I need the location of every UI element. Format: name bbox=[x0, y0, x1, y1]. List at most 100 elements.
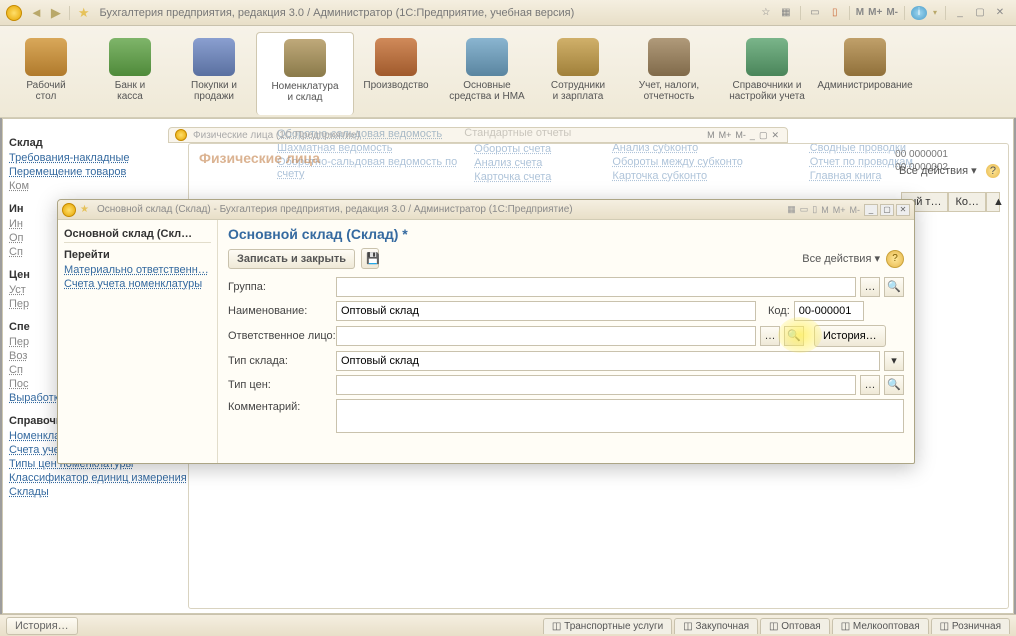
formwin-mminus[interactable]: M- bbox=[848, 205, 863, 215]
fav-add-icon[interactable]: ☆ bbox=[758, 6, 774, 20]
all-actions-button[interactable]: Все действия ▾ bbox=[802, 252, 880, 265]
label-resp: Ответственное лицо: bbox=[228, 330, 336, 342]
input-code[interactable] bbox=[794, 301, 864, 321]
inventory-icon bbox=[284, 39, 326, 77]
nav-fwd-icon[interactable]: ▶ bbox=[47, 5, 65, 21]
lnk-kom[interactable]: Ком bbox=[9, 179, 195, 193]
tab-purchase[interactable]: ◫ Закупочная bbox=[674, 618, 758, 634]
tab-wholesale[interactable]: ◫ Оптовая bbox=[760, 618, 830, 634]
ghost-m[interactable]: M bbox=[705, 130, 717, 140]
lnk-perem[interactable]: Перемещение товаров bbox=[9, 165, 195, 179]
formwin-mplus[interactable]: M+ bbox=[831, 205, 848, 215]
save-close-button[interactable]: Записать и закрыть bbox=[228, 249, 355, 269]
m-button[interactable]: M bbox=[854, 7, 866, 18]
price-search-icon[interactable]: 🔍 bbox=[884, 375, 904, 395]
formwin-close-icon[interactable]: ✕ bbox=[896, 204, 910, 216]
window-min-icon[interactable]: _ bbox=[952, 6, 968, 20]
ghost-max-icon[interactable]: ▢ bbox=[757, 130, 770, 141]
listwin-allactions[interactable]: Все действия ▾ ? bbox=[899, 164, 1000, 177]
section-hr[interactable]: Сотрудники и зарплата bbox=[536, 32, 620, 115]
info-icon[interactable]: i bbox=[911, 6, 927, 20]
refs-icon bbox=[746, 38, 788, 76]
input-comment[interactable] bbox=[336, 399, 904, 433]
formwin-star-icon[interactable]: ★ bbox=[76, 204, 93, 215]
input-type[interactable] bbox=[336, 351, 880, 371]
formwin-nav-resp[interactable]: Материально ответственн… bbox=[64, 263, 211, 277]
lnk-treb[interactable]: Требования-накладные bbox=[9, 151, 195, 165]
row-group: Группа: … 🔍 bbox=[228, 277, 904, 297]
calendar-icon[interactable]: ▯ bbox=[827, 6, 843, 20]
status-tabs: ◫ Транспортные услуги ◫ Закупочная ◫ Опт… bbox=[543, 618, 1010, 634]
label-price: Тип цен: bbox=[228, 379, 336, 391]
info-dropdown-icon[interactable]: ▾ bbox=[929, 8, 941, 17]
nav-back-icon[interactable]: ◄ bbox=[26, 5, 47, 20]
formwin-min-icon[interactable]: _ bbox=[864, 204, 878, 216]
section-bank[interactable]: Банк и касса bbox=[88, 32, 172, 115]
window-max-icon[interactable]: ▢ bbox=[972, 6, 988, 20]
history-button[interactable]: История… bbox=[814, 325, 886, 347]
group-search-icon[interactable]: 🔍 bbox=[884, 277, 904, 297]
type-dropdown-icon[interactable]: ▾ bbox=[884, 351, 904, 371]
mplus-button[interactable]: M+ bbox=[866, 7, 884, 18]
listwin-col3[interactable]: ▲ bbox=[986, 192, 1000, 212]
grid-icon[interactable]: ▦ bbox=[778, 6, 794, 20]
tax-icon bbox=[648, 38, 690, 76]
price-select-icon[interactable]: … bbox=[860, 375, 880, 395]
production-icon bbox=[375, 38, 417, 76]
favorite-star-icon[interactable]: ★ bbox=[74, 5, 94, 21]
tab-retail[interactable]: ◫ Розничная bbox=[931, 618, 1010, 634]
section-sales[interactable]: Покупки и продажи bbox=[172, 32, 256, 115]
tab-transport[interactable]: ◫ Транспортные услуги bbox=[543, 618, 672, 634]
tab-smallwh[interactable]: ◫ Мелкооптовая bbox=[832, 618, 929, 634]
separator bbox=[69, 6, 70, 20]
resp-search-icon[interactable]: 🔍 bbox=[784, 326, 804, 346]
calc-icon[interactable]: ▭ bbox=[807, 6, 823, 20]
row-type: Тип склада: ▾ bbox=[228, 351, 904, 371]
formwin-max-icon[interactable]: ▢ bbox=[880, 204, 894, 216]
label-group: Группа: bbox=[228, 281, 336, 293]
row-price: Тип цен: … 🔍 bbox=[228, 375, 904, 395]
section-tax[interactable]: Учет, налоги, отчетность bbox=[620, 32, 718, 115]
formwin-nav-title: Основной склад (Скл… bbox=[64, 226, 211, 243]
formwin-titlebar: ★ Основной склад (Склад) - Бухгалтерия п… bbox=[58, 200, 914, 220]
separator bbox=[849, 6, 850, 20]
bank-icon bbox=[109, 38, 151, 76]
formwin-form: Основной склад (Склад) * Записать и закр… bbox=[218, 220, 914, 463]
formwin-m[interactable]: M bbox=[819, 205, 831, 215]
input-name[interactable] bbox=[336, 301, 756, 321]
group-select-icon[interactable]: … bbox=[860, 277, 880, 297]
section-refs[interactable]: Справочники и настройки учета bbox=[718, 32, 816, 115]
section-admin[interactable]: Администрирование bbox=[816, 32, 914, 115]
ghost-mminus[interactable]: M- bbox=[733, 130, 748, 140]
separator bbox=[904, 6, 905, 20]
history-bottom-button[interactable]: История… bbox=[6, 617, 78, 635]
formwin-body: Основной склад (Скл… Перейти Материально… bbox=[58, 220, 914, 463]
resp-select-icon[interactable]: … bbox=[760, 326, 780, 346]
lnk-warehouses[interactable]: Склады bbox=[9, 485, 195, 499]
lnk-units[interactable]: Классификатор единиц измерения bbox=[9, 471, 195, 485]
listwin-col2[interactable]: Ко… bbox=[948, 192, 986, 212]
ghost-close-icon[interactable]: ✕ bbox=[769, 130, 781, 141]
ghost-logo-icon bbox=[175, 129, 187, 141]
input-resp[interactable] bbox=[336, 326, 756, 346]
row-name: Наименование: Код: bbox=[228, 301, 904, 321]
help-icon[interactable]: ? bbox=[886, 250, 904, 268]
section-inventory[interactable]: Номенклатура и склад bbox=[256, 32, 354, 115]
section-production[interactable]: Производство bbox=[354, 32, 438, 115]
section-assets[interactable]: Основные средства и НМА bbox=[438, 32, 536, 115]
formwin-nav-accts[interactable]: Счета учета номенклатуры bbox=[64, 277, 211, 291]
formwin-tool2-icon[interactable]: ▭ bbox=[798, 204, 811, 215]
input-price[interactable] bbox=[336, 375, 856, 395]
input-group[interactable] bbox=[336, 277, 856, 297]
mminus-button[interactable]: M- bbox=[884, 7, 900, 18]
formwin-tool1-icon[interactable]: ▦ bbox=[785, 204, 798, 215]
window-close-icon[interactable]: ✕ bbox=[992, 6, 1008, 20]
save-button[interactable]: 💾 bbox=[361, 248, 379, 269]
formwin-tool3-icon[interactable]: ▯ bbox=[810, 204, 819, 215]
section-desktop[interactable]: Рабочий стол bbox=[4, 32, 88, 115]
separator bbox=[945, 6, 946, 20]
ghost-mplus[interactable]: M+ bbox=[717, 130, 734, 140]
listwin-title: Физические лица bbox=[189, 144, 1008, 172]
ghost-min-icon[interactable]: _ bbox=[748, 130, 757, 140]
form-toolbar: Записать и закрыть 💾 Все действия ▾ ? bbox=[228, 248, 904, 269]
